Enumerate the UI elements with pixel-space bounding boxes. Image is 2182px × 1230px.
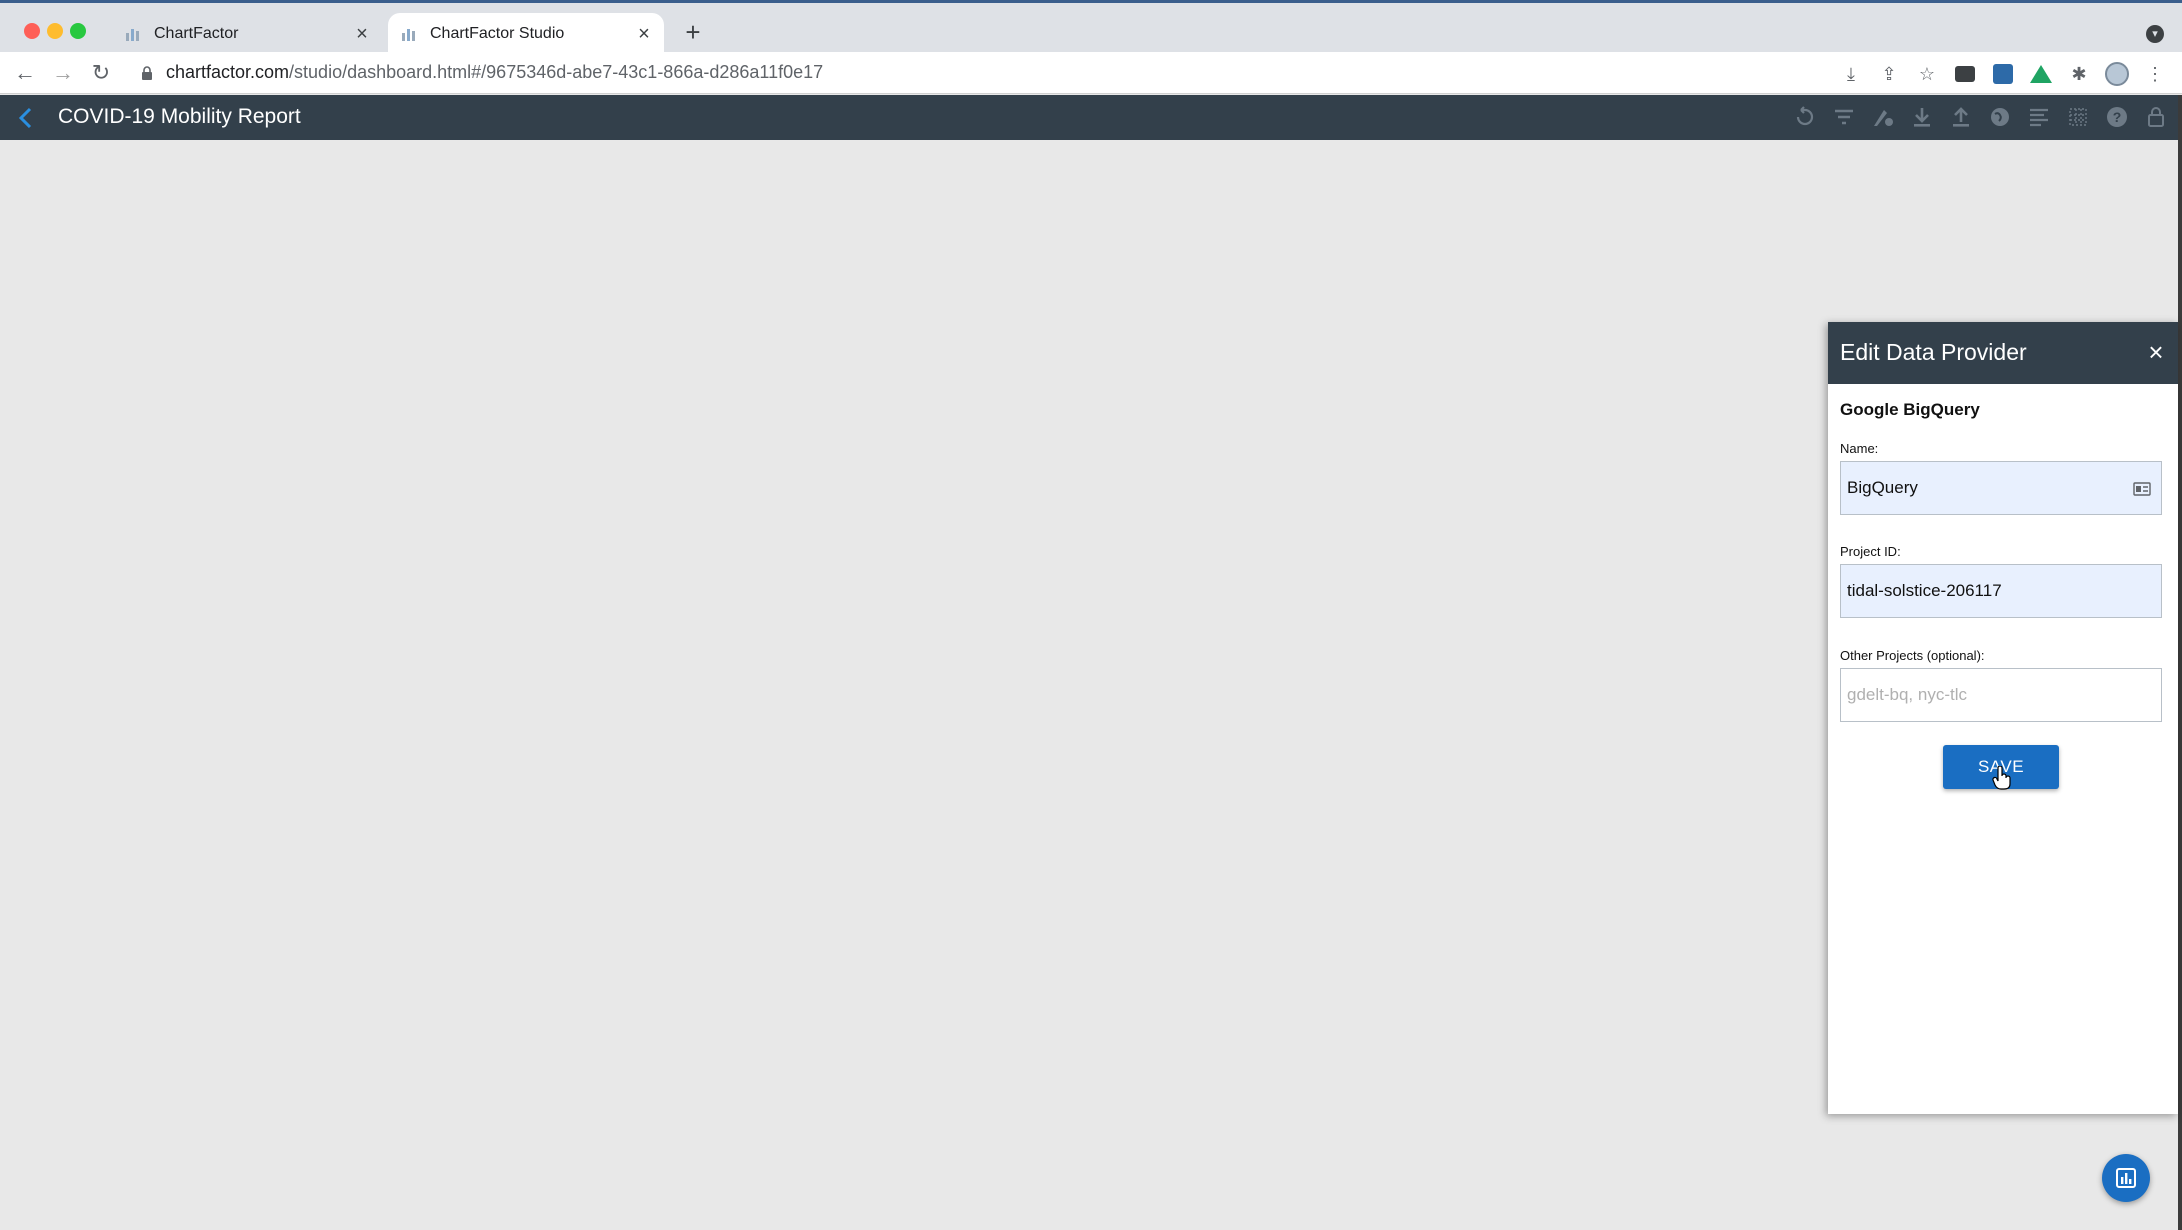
name-label: Name: bbox=[1840, 441, 1879, 456]
add-widget-button[interactable] bbox=[2102, 1154, 2150, 1202]
globe-icon[interactable] bbox=[1986, 103, 2014, 131]
install-icon[interactable]: ⤓ bbox=[1838, 61, 1864, 87]
back-arrow-icon[interactable]: ← bbox=[12, 60, 38, 86]
browser-toolbar-icons: ⤓ ⇪ ☆ ✱ ⋮ bbox=[1838, 61, 2168, 87]
tab-strip: ChartFactor × ChartFactor Studio × + ▾ bbox=[0, 0, 2182, 55]
lock-icon[interactable] bbox=[2142, 103, 2170, 131]
reload-icon[interactable]: ↻ bbox=[88, 60, 114, 86]
close-window-button[interactable] bbox=[24, 23, 40, 39]
star-icon[interactable]: ☆ bbox=[1914, 61, 1940, 87]
edit-data-provider-panel: Edit Data Provider × Google BigQuery Nam… bbox=[1828, 322, 2178, 1114]
back-chevron-icon[interactable] bbox=[14, 105, 38, 131]
other-projects-label: Other Projects (optional): bbox=[1840, 648, 1985, 663]
profile-avatar[interactable] bbox=[2104, 61, 2130, 87]
header-actions: ? bbox=[1791, 103, 2170, 131]
grid-icon[interactable] bbox=[2064, 103, 2092, 131]
tab-close-icon[interactable]: × bbox=[350, 22, 374, 46]
extension-box-icon[interactable] bbox=[1952, 61, 1978, 87]
panel-header: Edit Data Provider × bbox=[1828, 322, 2178, 384]
address-bar[interactable]: chartfactor.com/studio/dashboard.html#/9… bbox=[166, 62, 823, 83]
forward-arrow-icon[interactable]: → bbox=[50, 60, 76, 86]
new-tab-button[interactable]: + bbox=[680, 19, 706, 45]
close-icon[interactable]: × bbox=[2142, 338, 2170, 366]
autofill-card-icon[interactable] bbox=[2133, 482, 2151, 496]
google-drive-icon[interactable] bbox=[2028, 61, 2054, 87]
help-icon[interactable]: ? bbox=[2103, 103, 2131, 131]
provider-type: Google BigQuery bbox=[1840, 400, 1980, 419]
chart-icon bbox=[2116, 1168, 2136, 1188]
browser-window: ChartFactor × ChartFactor Studio × + ▾ ←… bbox=[0, 0, 2182, 1230]
tab-title: ChartFactor Studio bbox=[430, 25, 565, 42]
download-icon[interactable] bbox=[1908, 103, 1936, 131]
upload-icon[interactable] bbox=[1947, 103, 1975, 131]
project-id-label: Project ID: bbox=[1840, 544, 1901, 559]
tab-chartfactor[interactable]: ChartFactor × bbox=[112, 13, 382, 55]
other-projects-placeholder: gdelt-bq, nyc-tlc bbox=[1847, 685, 1967, 704]
name-value: BigQuery bbox=[1847, 478, 1918, 497]
window-edge bbox=[2178, 95, 2182, 1230]
name-field[interactable]: BigQuery bbox=[1840, 461, 2162, 515]
tab-search-icon[interactable]: ▾ bbox=[2146, 25, 2164, 43]
url-host: chartfactor.com bbox=[166, 62, 290, 82]
svg-text:?: ? bbox=[2113, 109, 2122, 125]
panel-title: Edit Data Provider bbox=[1840, 339, 2027, 365]
tab-close-icon[interactable]: × bbox=[632, 22, 656, 46]
menu-dots-icon[interactable]: ⋮ bbox=[2142, 61, 2168, 87]
other-projects-field[interactable]: gdelt-bq, nyc-tlc bbox=[1840, 668, 2162, 722]
align-icon[interactable] bbox=[2025, 103, 2053, 131]
chartfactor-favicon-icon bbox=[124, 25, 142, 43]
tab-title: ChartFactor bbox=[154, 25, 239, 42]
theme-settings-icon[interactable] bbox=[1869, 103, 1897, 131]
puzzle-icon[interactable]: ✱ bbox=[2066, 61, 2092, 87]
undo-icon[interactable] bbox=[1791, 103, 1819, 131]
extension-blue-icon[interactable] bbox=[1990, 61, 2016, 87]
chartfactor-favicon-icon bbox=[400, 25, 418, 43]
filter-icon[interactable] bbox=[1830, 103, 1858, 131]
maximize-window-button[interactable] bbox=[70, 23, 86, 39]
project-id-field[interactable]: tidal-solstice-206117 bbox=[1840, 564, 2162, 618]
app-header: COVID-19 Mobility Report ? bbox=[0, 95, 2178, 140]
hand-cursor-icon bbox=[1992, 766, 2011, 790]
tab-chartfactor-studio[interactable]: ChartFactor Studio × bbox=[388, 13, 664, 55]
browser-toolbar: ← → ↻ chartfactor.com/studio/dashboard.h… bbox=[0, 52, 2182, 94]
url-path: /studio/dashboard.html#/9675346d-abe7-43… bbox=[289, 62, 824, 82]
project-id-value: tidal-solstice-206117 bbox=[1847, 581, 2002, 600]
minimize-window-button[interactable] bbox=[47, 23, 63, 39]
lock-icon bbox=[142, 66, 152, 80]
dashboard-title: COVID-19 Mobility Report bbox=[58, 105, 301, 128]
share-icon[interactable]: ⇪ bbox=[1876, 61, 1902, 87]
